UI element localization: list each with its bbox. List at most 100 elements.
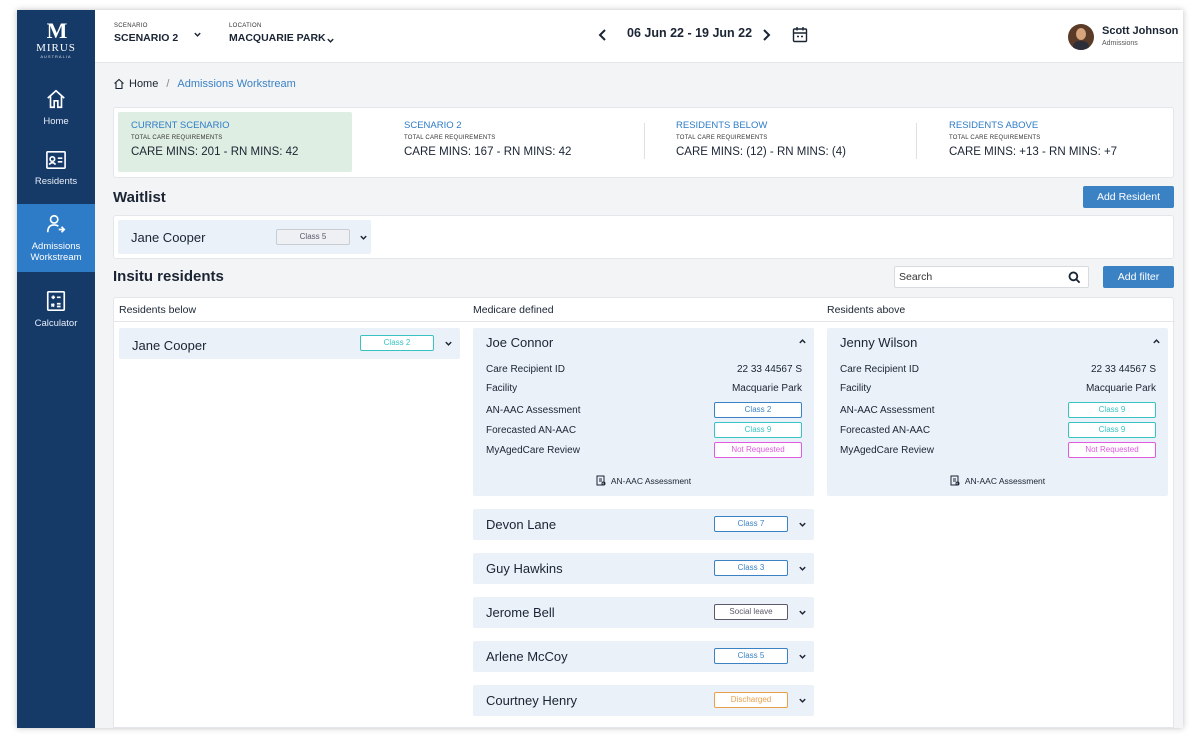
sidebar-item-label: Admissions Workstream (30, 241, 82, 263)
insitu-board: Residents below Medicare defined Residen… (113, 297, 1175, 728)
resident-name: Joe Connor (486, 335, 554, 350)
chevron-down-icon[interactable] (798, 564, 807, 573)
chevron-up-icon[interactable] (798, 337, 807, 346)
detail-value: Macquarie Park (731, 383, 802, 394)
chevron-up-icon[interactable] (1152, 337, 1161, 346)
sidebar-item-label: Calculator (34, 318, 78, 329)
an-aac-assessment-link[interactable]: AN-AAC Assessment (827, 475, 1168, 486)
top-bar: SCENARIO SCENARIO 2 LOCATION MACQUARIE P… (95, 10, 1183, 63)
avatar[interactable] (1068, 24, 1094, 50)
summary-title: RESIDENTS BELOW (676, 120, 768, 131)
chevron-down-icon[interactable] (798, 520, 807, 529)
resident-name: Jerome Bell (486, 605, 555, 620)
resident-card-expanded[interactable]: Joe Connor Care Recipient ID 22 33 44567… (473, 328, 814, 496)
logo-subtitle: AUSTRALIA (40, 54, 72, 59)
resident-card[interactable]: Devon Lane Class 7 (473, 509, 814, 540)
breadcrumb: Home / Admissions Workstream (113, 78, 296, 90)
summary-value: CARE MINS: (12) - RN MINS: (4) (676, 146, 846, 158)
user-role: Admissions (1102, 40, 1138, 47)
resident-name: Devon Lane (486, 517, 557, 532)
chevron-down-icon (194, 32, 201, 37)
detail-label: Forecasted AN-AAC (486, 425, 577, 436)
previous-week-icon[interactable] (598, 28, 608, 42)
sidebar-item-admissions-workstream[interactable]: Admissions Workstream (17, 204, 95, 272)
search-input[interactable] (899, 271, 1059, 283)
resident-card[interactable]: Courtney Henry Discharged (473, 685, 814, 716)
class-badge: Class 9 (1068, 402, 1156, 418)
scenario-dropdown[interactable]: SCENARIO SCENARIO 2 (114, 23, 201, 44)
link-label: AN-AAC Assessment (964, 475, 1046, 486)
detail-forecasted-an-aac: Forecasted AN-AAC Class 9 (486, 422, 802, 438)
logo-name: MIRUS (36, 42, 76, 54)
breadcrumb-home[interactable]: Home (129, 78, 158, 90)
summary-residents-below: RESIDENTS BELOW TOTAL CARE REQUIREMENTS … (663, 112, 903, 172)
date-range: 06 Jun 22 - 19 Jun 22 (627, 26, 753, 40)
insitu-heading: Insitu residents (113, 268, 224, 285)
resident-card[interactable]: Guy Hawkins Class 3 (473, 553, 814, 584)
search-box (894, 266, 1089, 288)
detail-value: 22 33 44567 S (736, 364, 802, 375)
column-title-residents-below: Residents below (119, 304, 197, 316)
chevron-down-icon[interactable] (798, 652, 807, 661)
sidebar-item-label: Residents (34, 176, 78, 187)
waitlist-heading: Waitlist (113, 189, 166, 206)
app-window: M MIRUS AUSTRALIA Home Residents Admissi… (17, 10, 1183, 728)
location-label: LOCATION (229, 23, 262, 29)
breadcrumb-current: Admissions Workstream (177, 78, 296, 90)
class-badge: Class 2 (360, 335, 434, 351)
mirus-logo[interactable]: M MIRUS AUSTRALIA (17, 20, 95, 60)
chevron-down-icon[interactable] (798, 608, 807, 617)
detail-facility: Facility Macquarie Park (840, 383, 1156, 394)
summary-residents-above: RESIDENTS ABOVE TOTAL CARE REQUIREMENTS … (936, 112, 1172, 172)
sidebar-item-residents[interactable]: Residents (17, 150, 95, 194)
status-badge: Discharged (714, 692, 788, 708)
resident-name: Courtney Henry (486, 693, 578, 708)
resident-name: Arlene McCoy (486, 649, 568, 664)
summary-title: RESIDENTS ABOVE (949, 120, 1039, 131)
id-card-icon (46, 151, 66, 169)
link-label: AN-AAC Assessment (610, 475, 692, 486)
chevron-down-icon[interactable] (359, 233, 368, 242)
chevron-down-icon[interactable] (444, 339, 453, 348)
chevron-down-icon[interactable] (798, 696, 807, 705)
sidebar-item-home[interactable]: Home (17, 88, 95, 132)
home-icon[interactable] (113, 78, 125, 90)
an-aac-assessment-link[interactable]: AN-AAC Assessment (473, 475, 814, 486)
waitlist-card[interactable]: Jane Cooper Class 5 (118, 220, 371, 254)
add-resident-button[interactable]: Add Resident (1083, 186, 1174, 208)
resident-name: Jane Cooper (132, 338, 207, 353)
class-badge: Class 2 (714, 402, 802, 418)
class-badge: Class 9 (1068, 422, 1156, 438)
calendar-icon[interactable] (792, 26, 808, 43)
column-title-residents-above: Residents above (827, 304, 906, 316)
review-badge: Not Requested (714, 442, 802, 458)
detail-label: MyAgedCare Review (840, 445, 934, 456)
summary-title: CURRENT SCENARIO (131, 120, 230, 131)
add-filter-button[interactable]: Add filter (1103, 266, 1174, 288)
detail-value: Macquarie Park (1085, 383, 1156, 394)
summary-subtitle: TOTAL CARE REQUIREMENTS (131, 135, 223, 141)
detail-care-recipient-id: Care Recipient ID 22 33 44567 S (486, 364, 802, 375)
next-week-icon[interactable] (761, 28, 771, 42)
summary-value: CARE MINS: +13 - RN MINS: +7 (949, 146, 1118, 158)
detail-facility: Facility Macquarie Park (486, 383, 802, 394)
column-title-medicare-defined: Medicare defined (473, 304, 554, 316)
detail-label: AN-AAC Assessment (840, 405, 935, 416)
detail-label: MyAgedCare Review (486, 445, 580, 456)
summary-title: SCENARIO 2 (404, 120, 462, 131)
location-dropdown[interactable]: LOCATION MACQUARIE PARK (229, 23, 334, 44)
scenario-value: SCENARIO 2 (114, 32, 179, 44)
detail-label: Care Recipient ID (486, 364, 565, 375)
detail-label: Facility (486, 383, 518, 394)
user-check-icon (46, 214, 66, 233)
sidebar-item-calculator[interactable]: Calculator (17, 290, 95, 334)
chevron-down-icon (327, 38, 334, 43)
search-icon[interactable] (1068, 271, 1081, 284)
resident-card[interactable]: Arlene McCoy Class 5 (473, 641, 814, 672)
class-badge: Class 3 (714, 560, 788, 576)
detail-forecasted-an-aac: Forecasted AN-AAC Class 9 (840, 422, 1156, 438)
resident-card[interactable]: Jerome Bell Social leave (473, 597, 814, 628)
resident-card[interactable]: Jane Cooper Class 2 (119, 328, 460, 359)
resident-card-expanded[interactable]: Jenny Wilson Care Recipient ID 22 33 445… (827, 328, 1168, 496)
detail-label: Facility (840, 383, 872, 394)
